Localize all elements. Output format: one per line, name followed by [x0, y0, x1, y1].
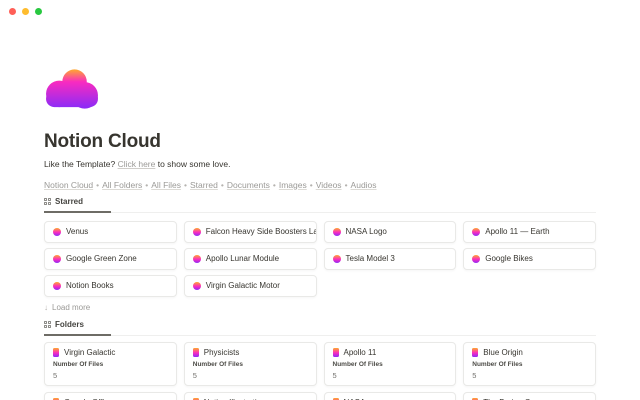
starred-card-title: Notion Books	[66, 281, 114, 290]
starred-card-title: NASA Logo	[346, 227, 387, 236]
folder-card-title: Physicists	[204, 348, 240, 357]
gradient-dot-icon	[193, 228, 201, 236]
starred-card[interactable]: Tesla Model 3	[324, 248, 457, 270]
folder-card[interactable]: Virgin Galactic Number Of Files 5	[44, 342, 177, 386]
arrow-down-icon: ↓	[44, 303, 48, 312]
folder-property-label: Number Of Files	[333, 361, 448, 368]
breadcrumb: Notion Cloud•All Folders•All Files•Starr…	[44, 180, 596, 190]
nav-separator: •	[310, 180, 313, 190]
starred-card[interactable]: Google Green Zone	[44, 248, 177, 270]
nav-separator: •	[145, 180, 148, 190]
gradient-dot-icon	[53, 228, 61, 236]
nav-separator: •	[221, 180, 224, 190]
page-content: Notion Cloud Like the Template? Click he…	[0, 64, 640, 400]
folder-card-header: Blue Origin	[472, 348, 587, 357]
folder-files-count: 5	[472, 371, 587, 380]
template-callout: Like the Template? Click here to show so…	[44, 159, 596, 170]
folder-property-label: Number Of Files	[472, 361, 587, 368]
folder-card[interactable]: Blue Origin Number Of Files 5	[463, 342, 596, 386]
gradient-dot-icon	[472, 228, 480, 236]
gradient-dot-icon	[333, 255, 341, 263]
nav-link-videos[interactable]: Videos	[316, 180, 342, 190]
folder-card[interactable]: Physicists Number Of Files 5	[184, 342, 317, 386]
folder-card-header: Virgin Galactic	[53, 348, 168, 357]
gradient-dot-icon	[53, 282, 61, 290]
starred-card-title: Tesla Model 3	[346, 254, 395, 263]
folder-property-label: Number Of Files	[53, 361, 168, 368]
cloud-page-icon[interactable]	[44, 64, 100, 114]
starred-card-title: Falcon Heavy Side Boosters Landings	[206, 227, 317, 236]
folders-grid: Virgin GalacticNumber Of Files5Physicist…	[44, 342, 596, 400]
starred-card[interactable]: Falcon Heavy Side Boosters Landings	[184, 221, 317, 243]
page-title: Notion Cloud	[44, 131, 596, 153]
starred-card-title: Google Bikes	[485, 254, 533, 263]
zoom-button[interactable]	[35, 8, 42, 15]
folders-tab-row: Folders	[44, 317, 596, 336]
starred-card[interactable]: Venus	[44, 221, 177, 243]
gradient-dot-icon	[472, 255, 480, 263]
folder-files-count: 5	[53, 371, 168, 380]
gradient-dot-icon	[333, 228, 341, 236]
minimize-button[interactable]	[22, 8, 29, 15]
starred-card[interactable]: Notion Books	[44, 275, 177, 297]
nav-link-audios[interactable]: Audios	[351, 180, 377, 190]
starred-card[interactable]: Apollo Lunar Module	[184, 248, 317, 270]
nav-separator: •	[345, 180, 348, 190]
nav-link-documents[interactable]: Documents	[227, 180, 270, 190]
gradient-folder-icon	[472, 348, 478, 357]
folder-files-count: 5	[193, 371, 308, 380]
callout-prefix: Like the Template?	[44, 159, 118, 169]
gallery-view-icon	[44, 321, 51, 328]
nav-link-starred[interactable]: Starred	[190, 180, 218, 190]
starred-card[interactable]: NASA Logo	[324, 221, 457, 243]
starred-card-title: Venus	[66, 227, 88, 236]
window-controls	[9, 8, 42, 15]
starred-card[interactable]: Apollo 11 — Earth	[463, 221, 596, 243]
nav-link-all-files[interactable]: All Files	[151, 180, 181, 190]
starred-grid: Venus Falcon Heavy Side Boosters Landings…	[44, 221, 596, 297]
folder-card-header: Physicists	[193, 348, 308, 357]
close-button[interactable]	[9, 8, 16, 15]
nav-separator: •	[273, 180, 276, 190]
gradient-folder-icon	[53, 348, 59, 357]
gradient-dot-icon	[193, 282, 201, 290]
tab-starred[interactable]: Starred	[44, 194, 111, 213]
folder-card[interactable]: NASA	[324, 392, 457, 400]
starred-tab-row: Starred	[44, 194, 596, 213]
folder-property-label: Number Of Files	[193, 361, 308, 368]
nav-link-all-folders[interactable]: All Folders	[102, 180, 142, 190]
load-more-label: Load more	[52, 303, 90, 312]
nav-link-images[interactable]: Images	[279, 180, 307, 190]
folder-card-title: Blue Origin	[483, 348, 523, 357]
gradient-dot-icon	[53, 255, 61, 263]
starred-card[interactable]: Google Bikes	[463, 248, 596, 270]
tab-starred-label: Starred	[55, 197, 83, 206]
starred-card-title: Google Green Zone	[66, 254, 137, 263]
nav-separator: •	[184, 180, 187, 190]
notion-cloud-window: Notion Cloud Like the Template? Click he…	[0, 0, 640, 400]
load-more-button[interactable]: ↓ Load more	[44, 301, 596, 314]
starred-card-title: Apollo 11 — Earth	[485, 227, 549, 236]
folder-card-title: Virgin Galactic	[64, 348, 115, 357]
folder-card-header: Apollo 11	[333, 348, 448, 357]
gradient-folder-icon	[193, 348, 199, 357]
gradient-dot-icon	[193, 255, 201, 263]
tab-folders[interactable]: Folders	[44, 317, 111, 336]
tab-folders-label: Folders	[55, 320, 84, 329]
click-here-link[interactable]: Click here	[118, 159, 156, 169]
nav-link-notion-cloud[interactable]: Notion Cloud	[44, 180, 93, 190]
gallery-view-icon	[44, 198, 51, 205]
folder-card[interactable]: Notion Illustrations	[184, 392, 317, 400]
folder-card[interactable]: Apollo 11 Number Of Files 5	[324, 342, 457, 386]
folder-card[interactable]: Google Office	[44, 392, 177, 400]
nav-separator: •	[96, 180, 99, 190]
starred-card[interactable]: Virgin Galactic Motor	[184, 275, 317, 297]
callout-suffix: to show some love.	[155, 159, 230, 169]
gradient-folder-icon	[333, 348, 339, 357]
starred-card-title: Apollo Lunar Module	[206, 254, 279, 263]
folder-card[interactable]: The Boring Company	[463, 392, 596, 400]
folder-card-title: Apollo 11	[344, 348, 377, 357]
folder-files-count: 5	[333, 371, 448, 380]
starred-card-title: Virgin Galactic Motor	[206, 281, 280, 290]
